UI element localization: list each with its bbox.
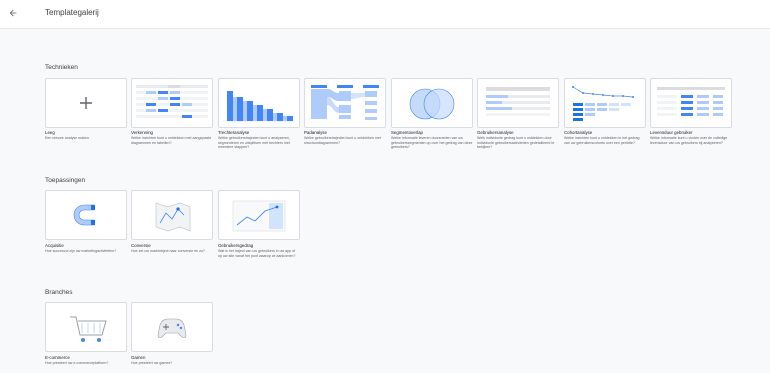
section-title-branches: Branches [45,289,73,296]
card-label: Trechteranalyse [218,130,250,135]
card-desc: Welke inzichten kunt u ontdekken in het … [564,136,640,145]
user-explorer-thumbnail [486,87,550,116]
funnel-chart-thumbnail [223,91,295,122]
card-label: E-commerce [45,355,70,360]
card-desc: Welke informatie leveren doorsneden van … [391,136,473,150]
section-title-technieken: Technieken [45,64,78,71]
lifetime-table-thumbnail [657,87,725,116]
card-desc: Welke gebruikerstrajecten kunt u ontdekk… [304,136,381,145]
card-desc: Hoe presteert uw e-commerceplatform? [45,361,109,365]
map-icon [155,202,191,232]
card-label: Levensduur gebruiker [650,130,693,135]
card-label: Padanalyse [304,130,327,135]
template-card-verkenning[interactable] [131,78,213,128]
template-card-conversie[interactable] [131,190,213,240]
card-label: Gamen [131,355,146,360]
cohort-chart-thumbnail [572,86,634,121]
template-card-padanalyse[interactable] [304,78,386,128]
template-card-acquisitie[interactable] [45,190,127,240]
card-label: Acquisitie [45,243,64,248]
card-desc: Wat is het traject van uw gebruikers in … [218,249,296,258]
template-card-cohortanalyse[interactable] [564,78,646,128]
card-label: Verkenning [131,130,153,135]
card-desc: Hoe zet uw marktobject naar conversie en… [131,249,205,253]
gamepad-icon [157,318,187,338]
plus-icon [80,97,92,109]
card-desc: Welk individuele gedrag kunt u ontdekken… [477,136,555,150]
template-card-e-commerce[interactable] [45,302,127,352]
card-label: Gebruikersgedrag [218,243,254,248]
template-card-segmentoverlap[interactable] [391,78,473,128]
card-desc: Hoe presteert uw games? [131,361,173,365]
card-label: Cohortanalyse [564,130,593,135]
template-card-gamen[interactable] [131,302,213,352]
card-label: Segmentoverlap [391,130,423,135]
card-desc: Welke inzichten kunt u ontdekken met aan… [131,136,212,145]
table-chart-thumbnail [136,85,208,118]
path-chart-thumbnail [311,85,379,120]
page-title: Templategalerij [45,8,99,17]
card-desc: Een nieuwe analyse maken [45,136,89,140]
card-desc: Hoe succesvol zijn uw marketingactivitei… [45,249,117,253]
back-button[interactable] [6,6,20,20]
card-label: Conversie [131,243,151,248]
card-label: Leeg [45,130,55,135]
card-desc: Welke informatie kunt u vinden over de v… [650,136,728,145]
template-card-gebruikersgedrag[interactable] [218,190,300,240]
card-label: Gebruikersanalyse [477,130,514,135]
cart-icon [70,316,107,342]
card-desc: Welke gebruikerstrajecten kunt u analyse… [218,136,290,150]
venn-chart-thumbnail [409,88,455,120]
template-card-leeg[interactable] [45,78,127,128]
template-card-trechteranalyse[interactable] [218,78,300,128]
section-title-toepassingen: Toepassingen [45,177,86,184]
arrow-left-icon [9,9,17,17]
top-bar: Templategalerij [0,0,770,29]
template-card-gebruikersanalyse[interactable] [477,78,559,128]
template-card-levensduur-gebruiker[interactable] [650,78,732,128]
trend-icon [232,200,286,232]
magnet-icon [73,204,95,226]
